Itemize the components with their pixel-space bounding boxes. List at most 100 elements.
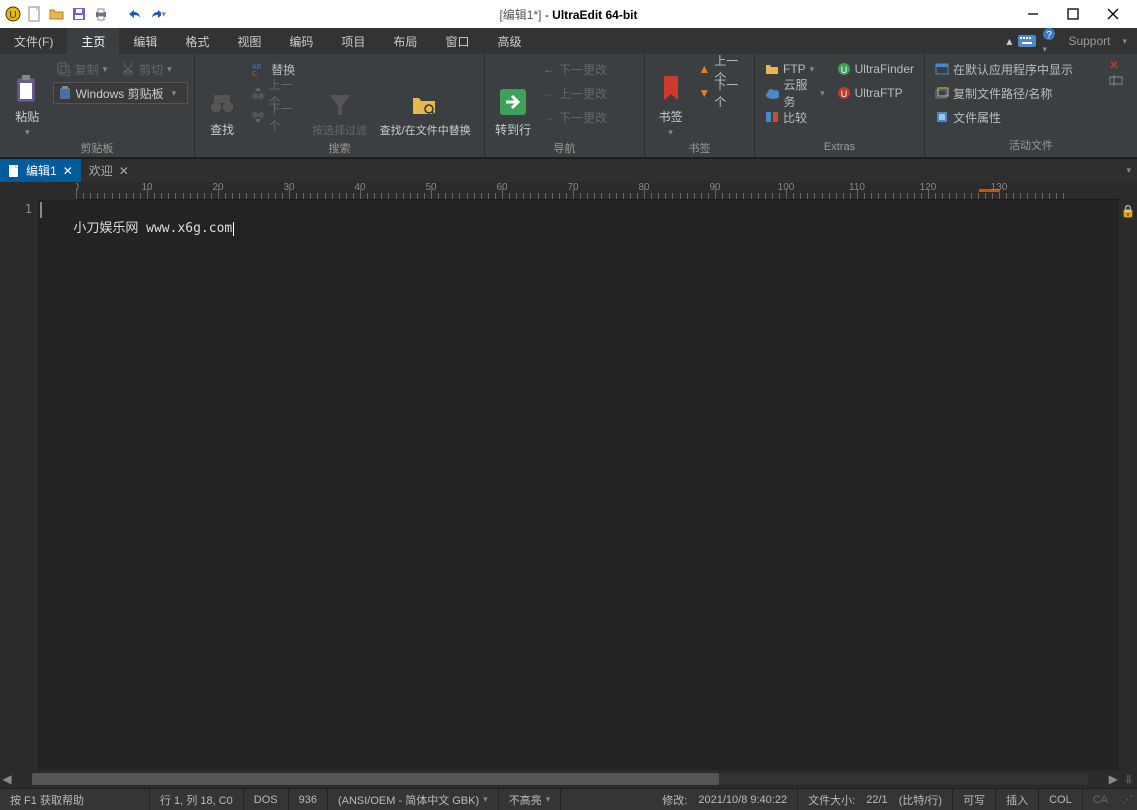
arrow-up-icon: ▲ xyxy=(698,62,710,76)
menu-edit[interactable]: 编辑 xyxy=(119,28,171,54)
support-dropdown-icon[interactable]: ▾ xyxy=(1122,36,1127,47)
menu-file[interactable]: 文件(F) xyxy=(0,28,67,54)
menu-project[interactable]: 项目 xyxy=(327,28,379,54)
maximize-button[interactable] xyxy=(1061,4,1085,24)
title-docname: [编辑1*] xyxy=(499,8,541,22)
svg-text:C: C xyxy=(252,71,257,76)
menu-layout[interactable]: 布局 xyxy=(379,28,431,54)
copy-icon xyxy=(57,62,71,76)
arrow-left-red-icon: ← xyxy=(543,86,555,100)
ribbon-group-extras: FTP▾ 云服务▾ 比较 UUltraFinder UUltraFTP Extr… xyxy=(755,54,925,157)
undo-icon[interactable] xyxy=(126,5,144,23)
scroll-track[interactable] xyxy=(32,773,1088,785)
next-match-button[interactable]: 下一个 xyxy=(247,106,307,128)
close-tab-icon[interactable]: ✕ xyxy=(119,164,129,178)
svg-text:U: U xyxy=(9,10,16,21)
arrow-right-red-icon: → xyxy=(543,110,555,124)
open-default-app-button[interactable]: 在默认应用程序中显示 xyxy=(931,58,1091,80)
keyboard-icon[interactable] xyxy=(1018,35,1036,47)
ruler: ▬▬ 0102030405060708090100110120130 xyxy=(76,182,1119,200)
scroll-right-icon[interactable]: ▶ xyxy=(1106,772,1120,786)
binoc-up-icon xyxy=(251,86,264,100)
find-button[interactable]: 查找 xyxy=(201,58,243,138)
collapse-ribbon-icon[interactable]: ▴ xyxy=(1006,34,1012,48)
menu-home[interactable]: 主页 xyxy=(67,28,119,54)
app-window-icon xyxy=(935,63,949,75)
filter-button[interactable]: 按选择过滤 xyxy=(311,58,369,138)
lock-icon[interactable]: 🔒 xyxy=(1121,204,1136,218)
help-icon[interactable]: ?▾ xyxy=(1042,27,1056,55)
compare-button[interactable]: 比较 xyxy=(761,106,829,128)
menu-view[interactable]: 视图 xyxy=(223,28,275,54)
cloud-icon xyxy=(765,87,779,99)
title-appname: UltraEdit 64-bit xyxy=(552,8,637,22)
ribbon-group-label: 搜索 xyxy=(201,138,478,160)
status-highlight[interactable]: 不高亮▾ xyxy=(499,789,562,810)
menubar: 文件(F) 主页 编辑 格式 视图 编码 项目 布局 窗口 高级 ▴ ?▾ Su… xyxy=(0,28,1137,54)
close-tab-icon[interactable]: ✕ xyxy=(63,164,73,178)
prev-change-button[interactable]: ←上一更改 xyxy=(539,82,611,104)
clipboard-combo-label: Windows 剪贴板 xyxy=(76,85,164,102)
open-file-icon[interactable] xyxy=(48,5,66,23)
clipboard-combo[interactable]: Windows 剪贴板 ▾ xyxy=(53,82,188,104)
close-button[interactable] xyxy=(1101,4,1125,24)
menu-advanced[interactable]: 高级 xyxy=(483,28,535,54)
ultrafinder-button[interactable]: UUltraFinder xyxy=(833,58,918,80)
ribbon-group-label: 书签 xyxy=(651,138,748,160)
copy-button[interactable]: 复制▾ xyxy=(53,58,112,80)
next-change-top-button[interactable]: ←下一更改 xyxy=(539,58,611,80)
folder-search-icon xyxy=(411,92,439,118)
code-editor[interactable]: 小刀娱乐网 www.x6g.com xyxy=(38,200,1119,770)
paste-button[interactable]: 粘贴 ▾ xyxy=(6,58,49,138)
next-bookmark-button[interactable]: ▼下一个 xyxy=(694,82,748,104)
ribbon-group-clipboard: 粘贴 ▾ 复制▾ 剪切▾ Windows 剪贴板 ▾ 剪贴板 xyxy=(0,54,195,157)
cloud-button[interactable]: 云服务▾ xyxy=(761,82,829,104)
menu-format[interactable]: 格式 xyxy=(171,28,223,54)
close-file-icon[interactable]: ✕ xyxy=(1109,58,1131,72)
goto-button[interactable]: 转到行 xyxy=(491,58,535,138)
status-lineend[interactable]: DOS xyxy=(244,789,289,810)
status-encoding[interactable]: (ANSI/OEM - 简体中文 GBK)▾ xyxy=(328,789,499,810)
new-file-icon[interactable] xyxy=(26,5,44,23)
ultraftp-button[interactable]: UUltraFTP xyxy=(833,82,918,104)
editor-content: 小刀娱乐网 www.x6g.com xyxy=(73,221,232,236)
binoculars-icon xyxy=(208,89,236,117)
horizontal-scrollbar[interactable]: ◀ ▶ ⥥ xyxy=(0,770,1137,788)
file-properties-button[interactable]: 文件属性 xyxy=(931,106,1091,128)
bookmark-button[interactable]: 书签 ▾ xyxy=(651,58,690,138)
rename-icon[interactable] xyxy=(1109,74,1131,86)
support-link[interactable]: Support xyxy=(1062,34,1116,48)
quick-access-toolbar: U ▾ xyxy=(4,5,166,23)
menu-encoding[interactable]: 编码 xyxy=(275,28,327,54)
cut-button[interactable]: 剪切▾ xyxy=(117,58,176,80)
status-modified: 修改: 2021/10/8 9:40:22 xyxy=(652,789,798,810)
tab-edit1[interactable]: 编辑1 ✕ xyxy=(0,159,81,182)
bookmark-icon xyxy=(658,74,684,104)
folder-icon xyxy=(765,63,779,75)
status-column-mode[interactable]: COL xyxy=(1039,789,1083,810)
arrow-down-icon: ▼ xyxy=(698,86,710,100)
status-insert-mode[interactable]: 插入 xyxy=(996,789,1039,810)
tab-welcome[interactable]: 欢迎 ✕ xyxy=(81,159,137,182)
find-in-files-button[interactable]: 查找/在文件中替换 xyxy=(372,58,478,138)
print-icon[interactable] xyxy=(92,5,110,23)
minimize-button[interactable] xyxy=(1021,4,1045,24)
next-change-button[interactable]: →下一更改 xyxy=(539,106,611,128)
scroll-thumb[interactable] xyxy=(32,773,719,785)
menu-window[interactable]: 窗口 xyxy=(431,28,483,54)
scroll-left-icon[interactable]: ◀ xyxy=(0,772,14,786)
tab-label: 编辑1 xyxy=(26,162,57,179)
svg-text:AB: AB xyxy=(252,64,262,71)
split-down-icon[interactable]: ⥥ xyxy=(1120,772,1137,787)
save-icon[interactable] xyxy=(70,5,88,23)
properties-icon xyxy=(935,111,949,123)
redo-icon[interactable]: ▾ xyxy=(148,5,166,23)
replace-icon: ABC xyxy=(251,62,267,76)
titlebar: U ▾ [编辑1*] - UltraEdit 64-bit xyxy=(0,0,1137,28)
ribbon-group-activefile: 在默认应用程序中显示 复制文件路径/名称 文件属性 ✕ 活动文件 xyxy=(925,54,1137,157)
tablist-dropdown-icon[interactable]: ▾ xyxy=(1126,165,1131,176)
resize-grip-icon[interactable]: ⋰ xyxy=(1118,793,1137,806)
copy-path-button[interactable]: 复制文件路径/名称 xyxy=(931,82,1091,104)
status-readwrite[interactable]: 可写 xyxy=(953,789,996,810)
scissors-icon xyxy=(121,62,135,76)
